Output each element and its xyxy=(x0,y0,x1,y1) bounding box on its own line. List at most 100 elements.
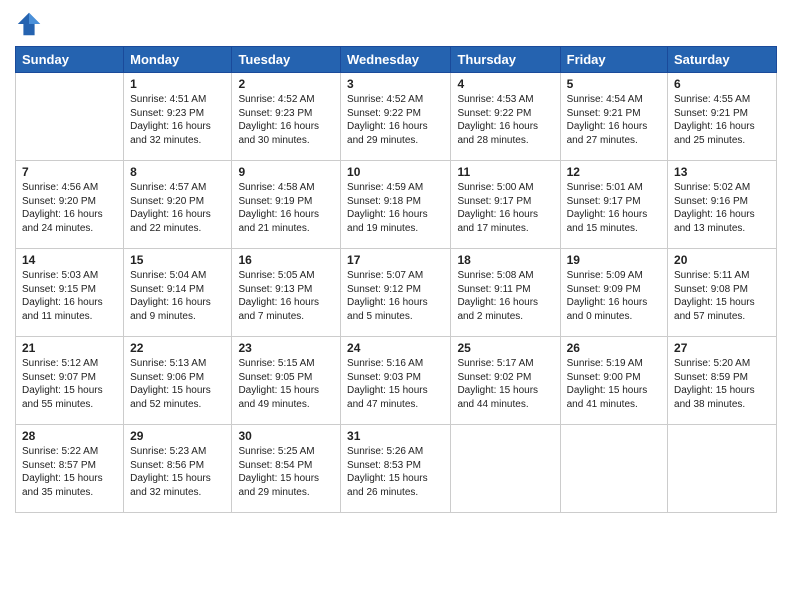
calendar-cell: 3 Sunrise: 4:52 AM Sunset: 9:22 PM Daylig… xyxy=(341,73,451,161)
day-number: 12 xyxy=(567,165,661,179)
calendar-cell: 22 Sunrise: 5:13 AM Sunset: 9:06 PM Dayli… xyxy=(124,337,232,425)
calendar-cell: 19 Sunrise: 5:09 AM Sunset: 9:09 PM Dayli… xyxy=(560,249,667,337)
weekday-header-thursday: Thursday xyxy=(451,47,560,73)
day-number: 29 xyxy=(130,429,225,443)
calendar-cell: 10 Sunrise: 4:59 AM Sunset: 9:18 PM Dayli… xyxy=(341,161,451,249)
day-info: Sunrise: 5:12 AM Sunset: 9:07 PM Dayligh… xyxy=(22,357,117,411)
calendar-cell: 29Sunrise: 5:23 AM Sunset: 8:56 PM Dayli… xyxy=(124,425,232,513)
calendar-cell xyxy=(560,425,667,513)
day-number: 11 xyxy=(457,165,553,179)
calendar-cell: 27Sunrise: 5:20 AM Sunset: 8:59 PM Dayli… xyxy=(668,337,777,425)
day-number: 18 xyxy=(457,253,553,267)
weekday-header-tuesday: Tuesday xyxy=(232,47,341,73)
weekday-header-monday: Monday xyxy=(124,47,232,73)
day-number: 30 xyxy=(238,429,334,443)
day-number: 13 xyxy=(674,165,770,179)
calendar-cell: 14Sunrise: 5:03 AM Sunset: 9:15 PM Dayli… xyxy=(16,249,124,337)
day-info: Sunrise: 5:20 AM Sunset: 8:59 PM Dayligh… xyxy=(674,357,770,411)
day-info: Sunrise: 5:15 AM Sunset: 9:05 PM Dayligh… xyxy=(238,357,334,411)
calendar-cell: 16 Sunrise: 5:05 AM Sunset: 9:13 PM Dayli… xyxy=(232,249,341,337)
calendar-cell: 24 Sunrise: 5:16 AM Sunset: 9:03 PM Dayli… xyxy=(341,337,451,425)
day-info: Sunrise: 5:13 AM Sunset: 9:06 PM Dayligh… xyxy=(130,357,225,411)
day-number: 15 xyxy=(130,253,225,267)
day-number: 24 xyxy=(347,341,444,355)
header xyxy=(15,10,777,38)
day-number: 28 xyxy=(22,429,117,443)
day-info: Sunrise: 5:22 AM Sunset: 8:57 PM Dayligh… xyxy=(22,445,117,499)
calendar-cell: 12 Sunrise: 5:01 AM Sunset: 9:17 PM Dayli… xyxy=(560,161,667,249)
day-info: Sunrise: 4:53 AM Sunset: 9:22 PM Dayligh… xyxy=(457,93,553,147)
day-number: 1 xyxy=(130,77,225,91)
day-number: 2 xyxy=(238,77,334,91)
day-number: 17 xyxy=(347,253,444,267)
day-number: 6 xyxy=(674,77,770,91)
calendar-cell xyxy=(668,425,777,513)
day-info: Sunrise: 4:52 AM Sunset: 9:22 PM Dayligh… xyxy=(347,93,444,147)
calendar-cell: 17 Sunrise: 5:07 AM Sunset: 9:12 PM Dayli… xyxy=(341,249,451,337)
logo-icon xyxy=(15,10,43,38)
calendar-cell: 23 Sunrise: 5:15 AM Sunset: 9:05 PM Dayli… xyxy=(232,337,341,425)
day-info: Sunrise: 4:52 AM Sunset: 9:23 PM Dayligh… xyxy=(238,93,334,147)
calendar-week-row: 21 Sunrise: 5:12 AM Sunset: 9:07 PM Dayli… xyxy=(16,337,777,425)
day-number: 26 xyxy=(567,341,661,355)
day-number: 31 xyxy=(347,429,444,443)
calendar-cell: 25 Sunrise: 5:17 AM Sunset: 9:02 PM Dayli… xyxy=(451,337,560,425)
day-info: Sunrise: 5:16 AM Sunset: 9:03 PM Dayligh… xyxy=(347,357,444,411)
day-info: Sunrise: 5:11 AM Sunset: 9:08 PM Dayligh… xyxy=(674,269,770,323)
calendar-cell: 11 Sunrise: 5:00 AM Sunset: 9:17 PM Dayli… xyxy=(451,161,560,249)
day-info: Sunrise: 5:08 AM Sunset: 9:11 PM Dayligh… xyxy=(457,269,553,323)
day-number: 14 xyxy=(22,253,117,267)
day-info: Sunrise: 5:01 AM Sunset: 9:17 PM Dayligh… xyxy=(567,181,661,235)
day-info: Sunrise: 4:58 AM Sunset: 9:19 PM Dayligh… xyxy=(238,181,334,235)
calendar-cell: 21 Sunrise: 5:12 AM Sunset: 9:07 PM Dayli… xyxy=(16,337,124,425)
calendar-cell: 4 Sunrise: 4:53 AM Sunset: 9:22 PM Daylig… xyxy=(451,73,560,161)
calendar-cell: 1 Sunrise: 4:51 AM Sunset: 9:23 PM Daylig… xyxy=(124,73,232,161)
day-info: Sunrise: 5:04 AM Sunset: 9:14 PM Dayligh… xyxy=(130,269,225,323)
calendar-week-row: 7 Sunrise: 4:56 AM Sunset: 9:20 PM Daylig… xyxy=(16,161,777,249)
day-number: 4 xyxy=(457,77,553,91)
day-number: 7 xyxy=(22,165,117,179)
calendar-table: SundayMondayTuesdayWednesdayThursdayFrid… xyxy=(15,46,777,513)
day-number: 16 xyxy=(238,253,334,267)
day-info: Sunrise: 5:19 AM Sunset: 9:00 PM Dayligh… xyxy=(567,357,661,411)
day-number: 21 xyxy=(22,341,117,355)
calendar-cell: 28 Sunrise: 5:22 AM Sunset: 8:57 PM Dayli… xyxy=(16,425,124,513)
calendar-week-row: 14Sunrise: 5:03 AM Sunset: 9:15 PM Dayli… xyxy=(16,249,777,337)
day-info: Sunrise: 4:54 AM Sunset: 9:21 PM Dayligh… xyxy=(567,93,661,147)
calendar-cell: 7 Sunrise: 4:56 AM Sunset: 9:20 PM Daylig… xyxy=(16,161,124,249)
calendar-cell: 5 Sunrise: 4:54 AM Sunset: 9:21 PM Daylig… xyxy=(560,73,667,161)
weekday-header-wednesday: Wednesday xyxy=(341,47,451,73)
day-info: Sunrise: 4:51 AM Sunset: 9:23 PM Dayligh… xyxy=(130,93,225,147)
day-info: Sunrise: 4:55 AM Sunset: 9:21 PM Dayligh… xyxy=(674,93,770,147)
day-number: 25 xyxy=(457,341,553,355)
day-info: Sunrise: 5:07 AM Sunset: 9:12 PM Dayligh… xyxy=(347,269,444,323)
logo xyxy=(15,10,47,38)
day-number: 10 xyxy=(347,165,444,179)
day-number: 3 xyxy=(347,77,444,91)
day-info: Sunrise: 4:56 AM Sunset: 9:20 PM Dayligh… xyxy=(22,181,117,235)
day-number: 8 xyxy=(130,165,225,179)
calendar-cell: 20Sunrise: 5:11 AM Sunset: 9:08 PM Dayli… xyxy=(668,249,777,337)
day-info: Sunrise: 5:26 AM Sunset: 8:53 PM Dayligh… xyxy=(347,445,444,499)
weekday-header-saturday: Saturday xyxy=(668,47,777,73)
calendar-week-row: 28 Sunrise: 5:22 AM Sunset: 8:57 PM Dayli… xyxy=(16,425,777,513)
day-number: 9 xyxy=(238,165,334,179)
day-info: Sunrise: 4:57 AM Sunset: 9:20 PM Dayligh… xyxy=(130,181,225,235)
day-info: Sunrise: 5:02 AM Sunset: 9:16 PM Dayligh… xyxy=(674,181,770,235)
day-number: 19 xyxy=(567,253,661,267)
day-info: Sunrise: 5:05 AM Sunset: 9:13 PM Dayligh… xyxy=(238,269,334,323)
day-number: 23 xyxy=(238,341,334,355)
calendar-cell: 15 Sunrise: 5:04 AM Sunset: 9:14 PM Dayli… xyxy=(124,249,232,337)
calendar-cell xyxy=(451,425,560,513)
calendar-cell: 8 Sunrise: 4:57 AM Sunset: 9:20 PM Daylig… xyxy=(124,161,232,249)
day-number: 22 xyxy=(130,341,225,355)
day-info: Sunrise: 5:09 AM Sunset: 9:09 PM Dayligh… xyxy=(567,269,661,323)
day-info: Sunrise: 5:17 AM Sunset: 9:02 PM Dayligh… xyxy=(457,357,553,411)
calendar-cell: 2 Sunrise: 4:52 AM Sunset: 9:23 PM Daylig… xyxy=(232,73,341,161)
day-info: Sunrise: 5:00 AM Sunset: 9:17 PM Dayligh… xyxy=(457,181,553,235)
day-number: 5 xyxy=(567,77,661,91)
calendar-week-row: 1 Sunrise: 4:51 AM Sunset: 9:23 PM Daylig… xyxy=(16,73,777,161)
calendar-cell: 9 Sunrise: 4:58 AM Sunset: 9:19 PM Daylig… xyxy=(232,161,341,249)
day-info: Sunrise: 4:59 AM Sunset: 9:18 PM Dayligh… xyxy=(347,181,444,235)
calendar-cell: 30Sunrise: 5:25 AM Sunset: 8:54 PM Dayli… xyxy=(232,425,341,513)
